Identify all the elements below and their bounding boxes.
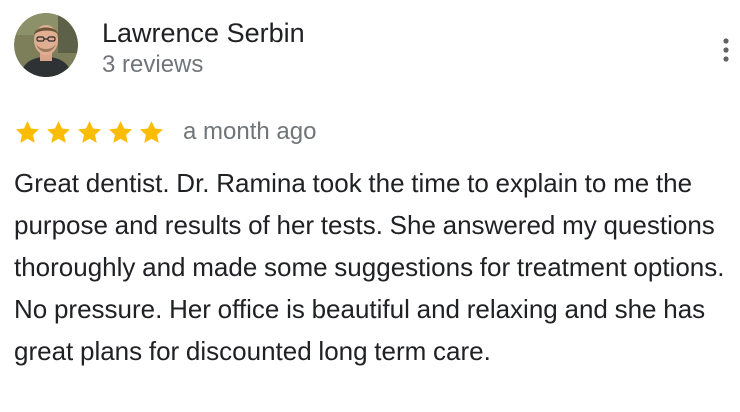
author-info: Lawrence Serbin 3 reviews <box>102 16 305 80</box>
author-name[interactable]: Lawrence Serbin <box>102 16 305 50</box>
star-icon <box>109 120 132 143</box>
review-text: Great dentist. Dr. Ramina took the time … <box>14 168 725 366</box>
star-icon <box>47 120 70 143</box>
star-icon <box>78 120 101 143</box>
star-rating <box>14 119 165 146</box>
review-header: Lawrence Serbin 3 reviews <box>14 13 729 80</box>
rating-row: a month ago <box>14 116 316 148</box>
more-options-icon[interactable] <box>716 35 736 65</box>
star-icon <box>16 120 39 143</box>
review-card: Lawrence Serbin 3 reviews a month ago Gr… <box>0 0 740 412</box>
star-icon <box>140 120 163 143</box>
avatar[interactable] <box>14 13 78 77</box>
review-count[interactable]: 3 reviews <box>102 50 305 80</box>
review-date: a month ago <box>183 118 317 145</box>
